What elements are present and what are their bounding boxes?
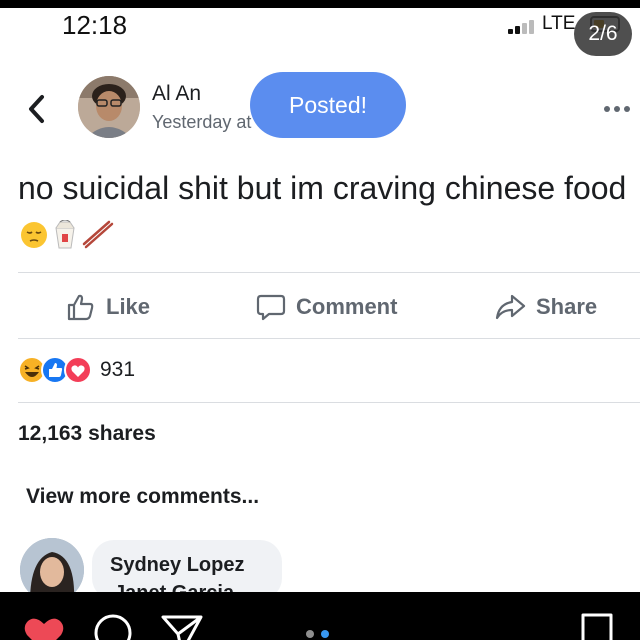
divider [18, 402, 640, 403]
dot-icon [604, 106, 610, 112]
post-emojis [20, 219, 116, 250]
back-button[interactable] [24, 92, 48, 126]
carousel-page-counter: 2/6 [574, 12, 632, 56]
more-options-button[interactable] [604, 104, 634, 114]
author-name[interactable]: Al An [152, 82, 201, 106]
divider [18, 338, 640, 339]
heart-icon[interactable] [22, 614, 66, 640]
top-edge-bar [0, 0, 640, 8]
carousel-dot [306, 630, 314, 638]
view-more-comments-link[interactable]: View more comments... [26, 485, 259, 509]
author-avatar[interactable] [78, 76, 140, 138]
divider [18, 272, 640, 273]
instagram-action-bar [0, 592, 640, 640]
share-arrow-icon [495, 294, 526, 320]
network-type: LTE [542, 13, 576, 34]
status-time: 12:18 [62, 10, 128, 40]
reaction-count: 931 [100, 358, 136, 381]
dot-icon [624, 106, 630, 112]
dot-icon [614, 106, 620, 112]
comment-button[interactable]: Comment [256, 288, 397, 326]
chevron-left-icon [29, 95, 44, 123]
carousel-dot-active [321, 630, 329, 638]
carousel-dots [306, 630, 329, 638]
shares-count[interactable]: 12,163 shares [18, 422, 156, 446]
pensive-face-emoji [21, 221, 47, 248]
posted-toast: Posted! [250, 72, 406, 138]
signal-icon [508, 18, 540, 34]
comment-bubble-icon [256, 294, 286, 321]
share-label: Share [536, 294, 598, 319]
chopsticks-emoji [82, 220, 114, 248]
send-icon[interactable] [160, 614, 204, 640]
takeout-box-emoji [55, 219, 75, 249]
comment-author[interactable]: Sydney Lopez [110, 554, 244, 577]
comment-bubble[interactable]: Sydney Lopez Janet Garcia [92, 540, 282, 600]
comment-label: Comment [296, 294, 398, 319]
post-body: no suicidal shit but im craving chinese … [18, 166, 633, 254]
like-button[interactable]: Like [66, 288, 150, 326]
love-reaction-icon [64, 356, 92, 384]
share-button[interactable]: Share [494, 288, 597, 326]
post-timestamp: Yesterday at [152, 112, 252, 132]
avatar-photo [78, 76, 140, 138]
thumbs-up-icon [67, 294, 94, 321]
bookmark-icon[interactable] [580, 612, 614, 640]
comment-icon[interactable] [92, 612, 136, 640]
reactions-summary[interactable]: 931 [18, 356, 135, 384]
like-label: Like [106, 294, 151, 319]
post-text: no suicidal shit but im craving chinese … [18, 170, 627, 206]
